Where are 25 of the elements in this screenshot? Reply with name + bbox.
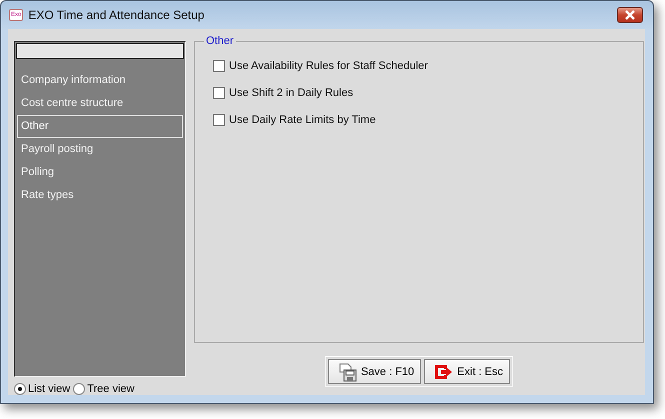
- checkbox-label[interactable]: Use Daily Rate Limits by Time: [229, 114, 376, 126]
- checkbox[interactable]: [213, 60, 225, 72]
- sidebar-item[interactable]: Polling: [17, 161, 183, 184]
- checkbox-label[interactable]: Use Availability Rules for Staff Scheduler: [229, 60, 428, 72]
- checkbox[interactable]: [213, 114, 225, 126]
- floppy-icon: [336, 362, 357, 382]
- radio-label[interactable]: List view: [28, 383, 70, 395]
- exit-icon: [433, 362, 454, 380]
- radio-button[interactable]: [73, 383, 86, 395]
- save-button[interactable]: Save : F10: [328, 359, 422, 384]
- close-button[interactable]: [617, 7, 643, 23]
- sidebar-item[interactable]: Rate types: [17, 184, 183, 207]
- radio-label[interactable]: Tree view: [87, 383, 134, 395]
- sidebar-item[interactable]: Payroll posting: [17, 138, 183, 161]
- sidebar-item[interactable]: Other: [17, 115, 183, 138]
- checkbox[interactable]: [213, 87, 225, 99]
- search-field[interactable]: [16, 43, 184, 59]
- radio-button[interactable]: [14, 383, 26, 395]
- sidebar-item[interactable]: Company information: [17, 69, 183, 92]
- group-title: Other: [204, 35, 236, 47]
- exit-button[interactable]: Exit : Esc: [424, 359, 510, 384]
- checkbox-label[interactable]: Use Shift 2 in Daily Rules: [229, 87, 354, 99]
- window-title: EXO Time and Attendance Setup: [28, 8, 206, 22]
- close-icon: [624, 10, 636, 20]
- sidebar-item[interactable]: Cost centre structure: [17, 92, 183, 115]
